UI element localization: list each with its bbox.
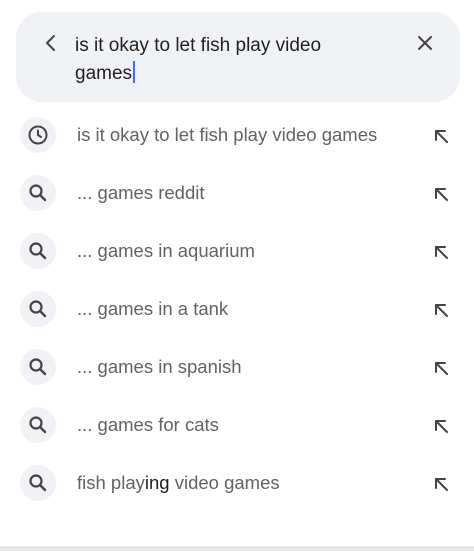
arrow-up-left-icon[interactable] xyxy=(430,241,452,263)
suggestion-item[interactable]: ... games in aquarium xyxy=(0,222,474,280)
suggestion-text: is it okay to let fish play video games xyxy=(77,124,378,145)
suggestion-label: ... games in aquarium xyxy=(77,239,255,263)
suggestion-item[interactable]: ... games reddit xyxy=(0,164,474,222)
search-icon xyxy=(20,175,56,211)
suggestion-label: ... games in a tank xyxy=(77,297,228,321)
arrow-up-left-icon[interactable] xyxy=(430,473,452,495)
search-input[interactable]: is it okay to let fish play video games xyxy=(75,32,375,88)
arrow-up-left-icon[interactable] xyxy=(430,125,452,147)
suggestion-item[interactable]: ... games in a tank xyxy=(0,280,474,338)
suggestion-text-tail: video games xyxy=(169,472,280,493)
suggestion-label: is it okay to let fish play video games xyxy=(77,123,377,147)
suggestion-text: ... games in a tank xyxy=(77,298,229,319)
search-query-text: is it okay to let fish play video games xyxy=(75,35,322,84)
suggestion-text: ... games reddit xyxy=(77,182,205,203)
search-bar[interactable]: is it okay to let fish play video games xyxy=(16,12,460,102)
arrow-up-left-icon[interactable] xyxy=(430,357,452,379)
search-icon xyxy=(20,233,56,269)
suggestion-item[interactable]: is it okay to let fish play video games xyxy=(0,106,474,164)
search-page: is it okay to let fish play video games … xyxy=(0,0,474,551)
suggestion-label: ... games reddit xyxy=(77,181,205,205)
search-icon xyxy=(20,291,56,327)
suggestion-label: ... games for cats xyxy=(77,413,219,437)
arrow-up-left-icon[interactable] xyxy=(430,299,452,321)
suggestion-highlight: ing xyxy=(144,472,170,493)
suggestion-item[interactable]: ... games for cats xyxy=(0,396,474,454)
bottom-divider xyxy=(0,546,474,551)
chevron-left-icon xyxy=(44,34,58,57)
suggestion-text: ... games in aquarium xyxy=(77,240,255,261)
suggestion-text: ... games for cats xyxy=(77,414,219,435)
search-icon xyxy=(20,407,56,443)
back-button[interactable] xyxy=(40,34,62,56)
search-icon xyxy=(20,349,56,385)
arrow-up-left-icon[interactable] xyxy=(430,415,452,437)
text-caret xyxy=(133,61,135,83)
clear-search-button[interactable] xyxy=(414,34,436,56)
suggestion-label: ... games in spanish xyxy=(77,355,242,379)
suggestion-label: fish playing video games xyxy=(77,471,280,495)
suggestion-item[interactable]: ... games in spanish xyxy=(0,338,474,396)
suggestion-list: is it okay to let fish play video games … xyxy=(0,106,474,512)
close-icon xyxy=(417,35,433,56)
suggestion-item[interactable]: fish playing video games xyxy=(0,454,474,512)
suggestion-text: fish play xyxy=(77,472,145,493)
suggestion-text: ... games in spanish xyxy=(77,356,242,377)
clock-icon xyxy=(20,117,56,153)
search-icon xyxy=(20,465,56,501)
arrow-up-left-icon[interactable] xyxy=(430,183,452,205)
